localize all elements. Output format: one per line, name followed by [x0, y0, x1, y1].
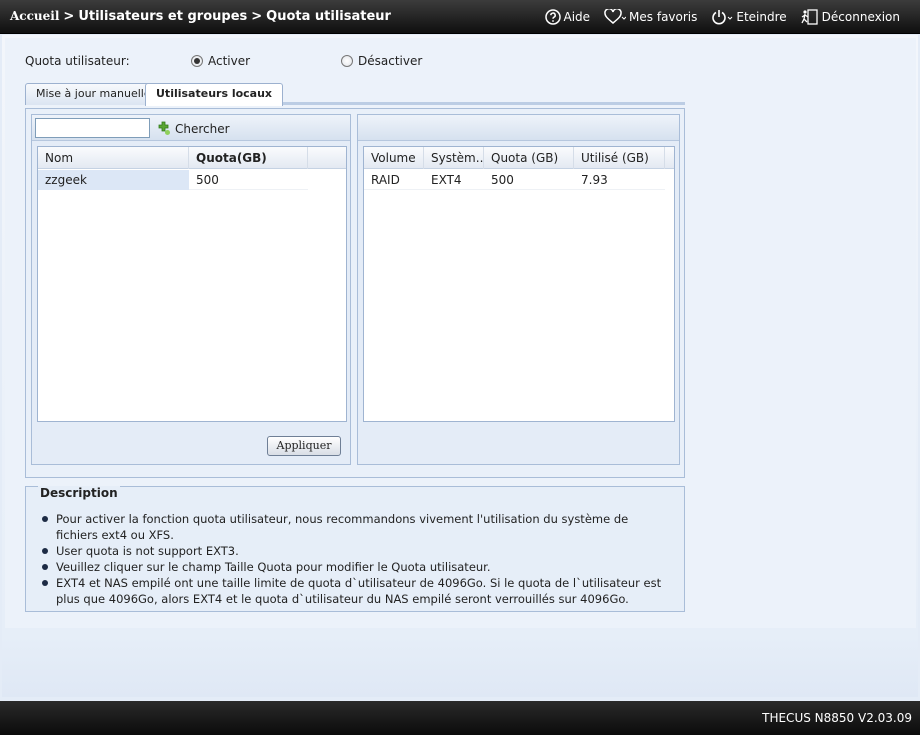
cell-used: 7.93 — [581, 173, 608, 187]
breadcrumb-separator: > — [251, 9, 263, 24]
logout-icon — [801, 9, 818, 25]
column-quota-gb[interactable]: Quota (GB) — [484, 147, 574, 169]
column-system[interactable]: Systèm... — [424, 147, 484, 169]
cell-user-quota[interactable]: 500 — [189, 170, 308, 190]
description-box: Description Pour activer la fonction quo… — [25, 486, 685, 612]
search-button[interactable]: Chercher — [156, 121, 230, 136]
table-row[interactable]: RAID EXT4 500 7.93 — [364, 170, 665, 190]
search-label: Chercher — [175, 121, 230, 136]
tab-manual-update[interactable]: Mise à jour manuelle — [25, 83, 162, 105]
disable-radio-dot — [341, 55, 353, 67]
search-input[interactable] — [35, 118, 150, 138]
column-used-gb[interactable]: Utilisé (GB) — [574, 147, 665, 169]
quota-label: Quota utilisateur: — [25, 54, 130, 68]
top-nav: Aide Mes favoris Eteindre Déconnexion — [544, 9, 900, 25]
description-item: Veuillez cliquer sur le champ Taille Quo… — [40, 559, 670, 575]
logout-label: Déconnexion — [821, 10, 900, 24]
enable-radio-dot — [191, 55, 203, 67]
top-bar: Accueil > Utilisateurs et groupes > Quota ut… — [0, 0, 920, 34]
help-link[interactable]: Aide — [544, 9, 591, 25]
tab-bar: Mise à jour manuelle Utilisateurs locaux — [25, 83, 685, 106]
column-volume[interactable]: Volume — [364, 147, 424, 169]
description-item: Pour activer la fonction quota utilisate… — [40, 511, 670, 543]
volumes-panel: Volume Systèm... Quota (GB) Utilisé (GB)… — [357, 114, 680, 465]
users-table-header: Nom Quota(GB) — [38, 147, 346, 169]
breadcrumb-home[interactable]: Accueil — [10, 9, 59, 23]
tab-local-users[interactable]: Utilisateurs locaux — [145, 83, 284, 106]
shutdown-link[interactable]: Eteindre — [711, 9, 787, 25]
volumes-table: Volume Systèm... Quota (GB) Utilisé (GB)… — [363, 146, 675, 422]
cell-system: EXT4 — [431, 173, 462, 187]
disable-radio-label: Désactiver — [358, 54, 423, 68]
description-title: Description — [38, 486, 120, 500]
version-label: THECUS N8850 V2.03.09 — [762, 711, 912, 725]
breadcrumb-separator: > — [63, 9, 75, 24]
cell-volume: RAID — [371, 173, 400, 187]
breadcrumb: Accueil > Utilisateurs et groupes > Quota ut… — [10, 9, 391, 24]
table-row[interactable]: zzgeek 500 — [38, 170, 308, 190]
users-panel: Chercher Nom Quota(GB) zzgeek 500 Appliq… — [31, 114, 351, 465]
disable-radio[interactable]: Désactiver — [341, 54, 422, 68]
apply-button[interactable]: Appliquer — [267, 436, 341, 456]
volumes-table-header: Volume Systèm... Quota (GB) Utilisé (GB) — [364, 147, 674, 169]
logout-link[interactable]: Déconnexion — [801, 9, 900, 25]
enable-radio-label: Activer — [208, 54, 251, 68]
cell-quota: 500 — [491, 173, 514, 187]
enable-radio[interactable]: Activer — [191, 54, 250, 68]
column-name[interactable]: Nom — [38, 147, 189, 169]
tab-content: Chercher Nom Quota(GB) zzgeek 500 Appliq… — [25, 108, 685, 478]
power-icon — [712, 10, 733, 25]
description-list: Pour activer la fonction quota utilisate… — [40, 511, 670, 607]
volumes-toolbar — [358, 115, 679, 141]
users-toolbar: Chercher — [32, 115, 350, 141]
heart-icon — [604, 9, 627, 24]
content-panel: Quota utilisateur: Activer Désactiver Mi… — [5, 38, 916, 628]
main-content: Quota utilisateur: Activer Désactiver Mi… — [2, 35, 918, 697]
footer-bar: THECUS N8850 V2.03.09 — [0, 701, 920, 735]
breadcrumb-current: Quota utilisateur — [266, 9, 391, 24]
description-item: User quota is not support EXT3. — [40, 543, 670, 559]
search-icon — [158, 121, 170, 135]
breadcrumb-users-groups[interactable]: Utilisateurs et groupes — [78, 9, 247, 24]
favorites-label: Mes favoris — [629, 10, 698, 24]
column-quota[interactable]: Quota(GB) — [189, 147, 308, 169]
users-table: Nom Quota(GB) zzgeek 500 — [37, 146, 347, 422]
cell-user-name: zzgeek — [38, 170, 189, 190]
help-label: Aide — [563, 10, 591, 24]
favorites-link[interactable]: Mes favoris — [604, 9, 697, 25]
shutdown-label: Eteindre — [736, 10, 787, 24]
help-icon — [544, 9, 561, 25]
description-item: EXT4 et NAS empilé ont une taille limite… — [40, 575, 670, 607]
